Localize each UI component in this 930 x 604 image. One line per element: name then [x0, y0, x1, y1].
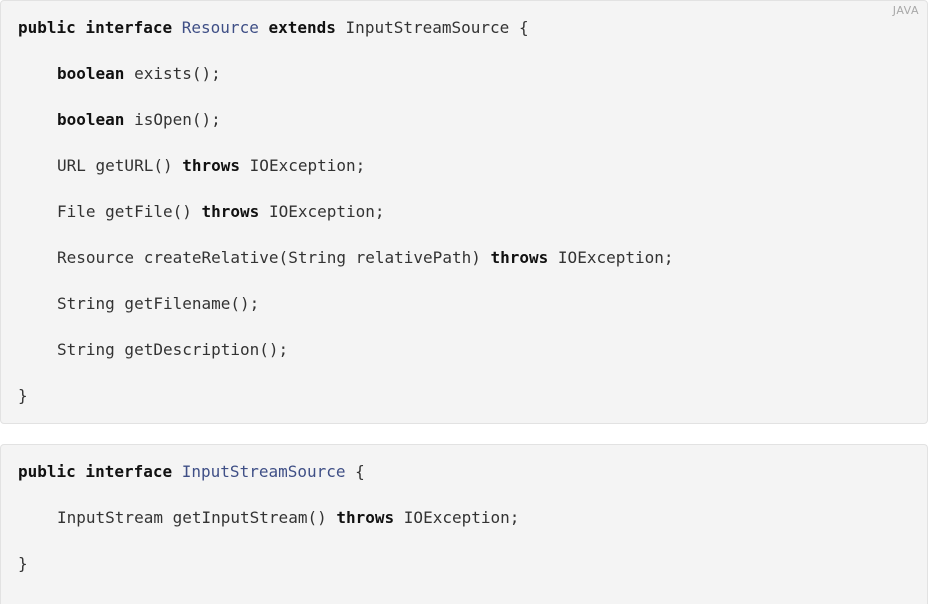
- code-line: Resource createRelative(String relativeP…: [57, 248, 674, 268]
- keyword: throws: [490, 248, 549, 267]
- code-text: }: [18, 554, 28, 573]
- code-text: }: [18, 386, 28, 405]
- code-text: IOException;: [268, 202, 385, 221]
- code-text: IOException;: [557, 248, 674, 267]
- code-text: exists();: [134, 64, 221, 83]
- code-line: }: [18, 386, 28, 406]
- code-text: Resource createRelative(String relativeP…: [57, 248, 481, 267]
- type-name: Resource: [181, 18, 259, 37]
- language-label: JAVA: [892, 4, 919, 17]
- code-line: public interface InputStreamSource {: [18, 462, 365, 482]
- code-line: File getFile() throws IOException;: [57, 202, 385, 222]
- code-text: {: [355, 462, 365, 481]
- code-text: String getFilename();: [57, 294, 260, 313]
- code-line: String getDescription();: [57, 340, 288, 360]
- keyword: public interface: [18, 18, 173, 37]
- code-line: boolean isOpen();: [57, 110, 221, 130]
- code-text: String getDescription();: [57, 340, 289, 359]
- code-text: URL getURL(): [57, 156, 173, 175]
- code-line: public interface Resource extends InputS…: [18, 18, 529, 38]
- keyword: throws: [336, 508, 395, 527]
- code-text: InputStreamSource {: [345, 18, 529, 37]
- code-line: }: [18, 554, 28, 574]
- keyword: boolean: [57, 110, 125, 129]
- code-block-resource: JAVA public interface Resource extends I…: [0, 0, 928, 424]
- code-line: boolean exists();: [57, 64, 221, 84]
- type-name: InputStreamSource: [181, 462, 346, 481]
- keyword: throws: [182, 156, 241, 175]
- code-line: URL getURL() throws IOException;: [57, 156, 365, 176]
- keyword: public interface: [18, 462, 173, 481]
- code-text: IOException;: [403, 508, 520, 527]
- keyword: boolean: [57, 64, 125, 83]
- keyword: extends: [268, 18, 336, 37]
- code-line: InputStream getInputStream() throws IOEx…: [57, 508, 519, 528]
- code-text: IOException;: [249, 156, 366, 175]
- code-block-inputstreamsource: public interface InputStreamSource { Inp…: [0, 444, 928, 604]
- code-text: File getFile(): [57, 202, 192, 221]
- code-line: String getFilename();: [57, 294, 259, 314]
- code-text: isOpen();: [134, 110, 221, 129]
- code-text: InputStream getInputStream(): [57, 508, 327, 527]
- keyword: throws: [201, 202, 260, 221]
